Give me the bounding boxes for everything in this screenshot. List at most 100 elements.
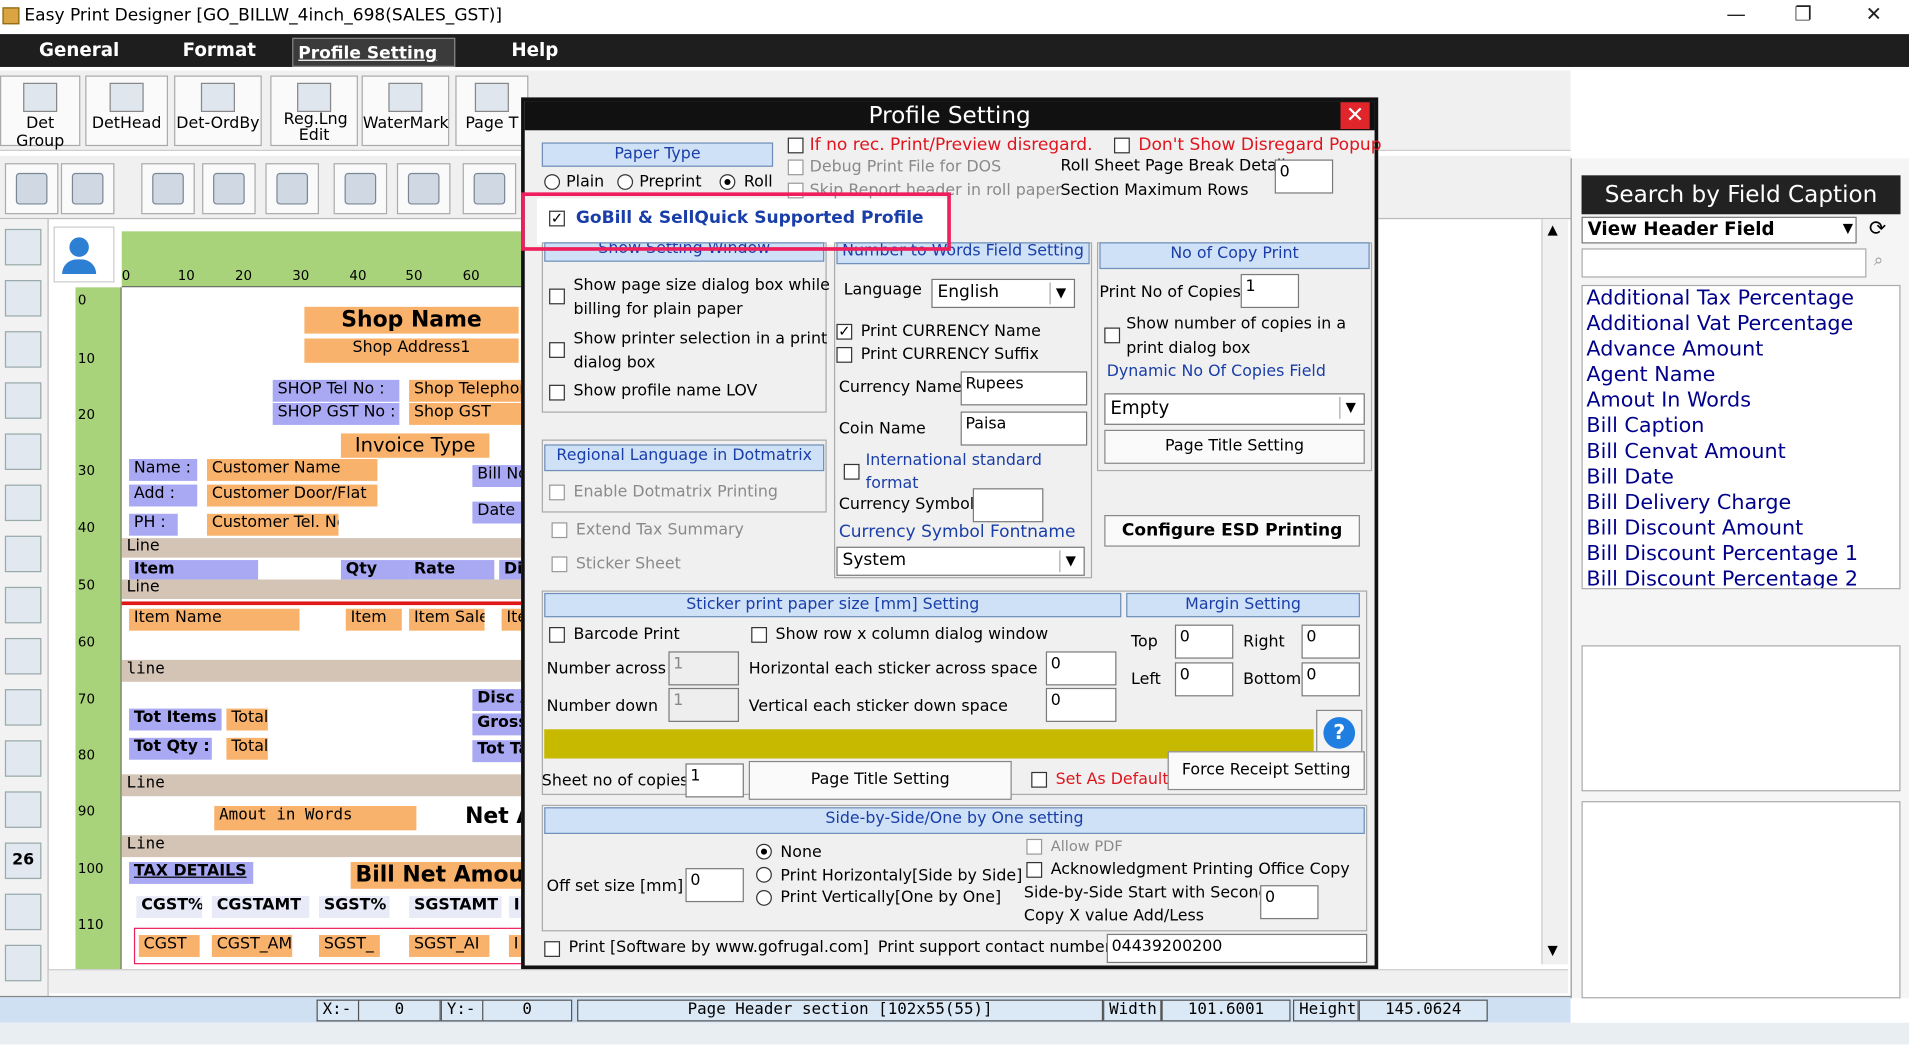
print-copies-input[interactable]: 1 — [1240, 273, 1300, 309]
line-2[interactable]: Line — [121, 579, 524, 600]
cgst-percent-label[interactable]: CGST% — [136, 896, 203, 918]
add-label[interactable]: Add : — [129, 484, 198, 507]
ph-label[interactable]: PH : — [129, 513, 178, 536]
shop-gst-field[interactable]: Shop GST — [409, 402, 524, 425]
allow-pdf-checkbox[interactable] — [1026, 838, 1043, 855]
shop-address-field[interactable]: Shop Address1 — [304, 338, 519, 363]
shop-tel-label[interactable]: SHOP Tel No : — [272, 379, 400, 402]
right-margin-input[interactable]: 0 — [1301, 624, 1360, 659]
extend-tax-checkbox[interactable] — [551, 522, 568, 539]
dethead-button[interactable]: DetHead — [85, 75, 169, 147]
line-4[interactable]: Line — [121, 774, 524, 797]
menu-help[interactable]: Help — [504, 38, 566, 64]
num-across-input[interactable]: 1 — [668, 651, 740, 686]
clock-icon[interactable] — [333, 163, 388, 215]
item-header[interactable]: Item — [129, 560, 259, 580]
user-tool-icon[interactable] — [53, 226, 115, 283]
barcode-checkbox[interactable] — [549, 627, 565, 643]
list-item[interactable]: Bill Discount Amount — [1583, 516, 1900, 542]
det-group-button[interactable]: Det Group — [0, 75, 81, 151]
list-item[interactable]: Additional Tax Percentage — [1583, 286, 1900, 312]
pencil-tool-icon[interactable] — [4, 382, 42, 419]
tot-items-field[interactable]: Total — [226, 708, 268, 731]
force-receipt-button[interactable]: Force Receipt Setting — [1167, 751, 1365, 791]
design-canvas[interactable]: Shop Name Shop Address1 SHOP Tel No : SH… — [121, 287, 524, 970]
line-1[interactable]: Line — [121, 538, 524, 558]
net-amount-label[interactable]: Net A — [460, 804, 523, 831]
line-tool-icon[interactable] — [4, 331, 42, 368]
list-item[interactable]: Advance Amount — [1583, 337, 1900, 363]
form-tool-icon[interactable] — [4, 893, 42, 931]
coin-name-input[interactable]: Paisa — [960, 411, 1088, 446]
tot-qty-field[interactable]: Total — [226, 737, 268, 760]
item-sale-field[interactable]: Item Sale — [409, 608, 485, 631]
shop-name-field[interactable]: Shop Name — [304, 306, 519, 334]
list-item[interactable]: Bill Cenvat Amount — [1583, 440, 1900, 466]
line-3[interactable]: line — [121, 659, 524, 682]
watermark-button[interactable]: WaterMark — [361, 75, 450, 147]
max-rows-input[interactable]: 0 — [1274, 159, 1334, 194]
print-currency-checkbox[interactable]: ✓ — [836, 323, 853, 340]
export-icon[interactable] — [141, 163, 195, 215]
bill-net-amount-field[interactable]: Bill Net Amoun — [350, 861, 524, 889]
bottom-margin-input[interactable]: 0 — [1301, 662, 1360, 697]
dont-show-checkbox[interactable] — [1114, 137, 1130, 154]
search-icon[interactable]: ⌕ — [1874, 251, 1884, 270]
item-field[interactable]: Item — [345, 608, 402, 631]
sgst-percent-label[interactable]: SGST% — [318, 896, 390, 918]
delete-icon[interactable] — [202, 163, 256, 215]
move-icon[interactable] — [396, 163, 451, 215]
vertical-space-input[interactable]: 0 — [1045, 687, 1117, 722]
vertical-radio[interactable] — [756, 889, 772, 906]
note-tool-icon[interactable] — [4, 535, 42, 573]
maximize-button[interactable]: ❐ — [1775, 2, 1831, 25]
reg-lng-edit-button[interactable]: Reg.Lng Edit — [270, 75, 358, 147]
list-item[interactable]: Bill Caption — [1583, 414, 1900, 440]
plain-radio[interactable] — [544, 174, 561, 190]
horizontal-radio[interactable] — [756, 866, 772, 883]
menu-format[interactable]: Format — [175, 38, 263, 64]
sgst-amount-field[interactable]: SGST_AI — [409, 935, 490, 957]
qty-header[interactable]: Qty — [340, 560, 410, 580]
shop-tel-field[interactable]: Shop Telephon — [409, 379, 524, 402]
no-rec-checkbox[interactable] — [787, 137, 804, 154]
disc-header[interactable]: Di — [499, 560, 524, 580]
dots-tool-icon[interactable] — [4, 433, 42, 470]
list-item[interactable]: Additional Vat Percentage — [1583, 312, 1900, 338]
canvas-horizontal-scrollbar[interactable] — [48, 969, 1569, 994]
invoice-type-field[interactable]: Invoice Type — [340, 433, 490, 458]
language-select[interactable]: English ▼ — [931, 278, 1076, 309]
field-list[interactable]: Additional Tax Percentage Additional Vat… — [1581, 284, 1901, 590]
page-title-button[interactable]: Page T — [455, 75, 529, 147]
list-item[interactable]: Bill Discount Percentage 1 — [1583, 542, 1900, 568]
scroll-down-icon[interactable]: ▼ — [1547, 942, 1557, 958]
num-down-input[interactable]: 1 — [668, 687, 740, 722]
refresh-icon[interactable]: ⟳ — [1869, 217, 1886, 241]
sheet-copies-input[interactable]: 1 — [685, 763, 744, 798]
page-title-setting-button-2[interactable]: Page Title Setting — [748, 760, 1012, 800]
currency-name-input[interactable]: Rupees — [960, 371, 1088, 406]
show-copies-checkbox[interactable] — [1104, 327, 1121, 344]
bill-no-label[interactable]: Bill No — [472, 465, 524, 487]
print-icon[interactable] — [60, 163, 115, 215]
edit-tool-icon[interactable] — [4, 586, 42, 624]
top-margin-input[interactable]: 0 — [1174, 624, 1234, 659]
list-item[interactable]: Agent Name — [1583, 363, 1900, 389]
percent-tool-icon[interactable] — [4, 944, 42, 982]
list-item[interactable]: Bill Date — [1583, 465, 1900, 491]
field-type-select[interactable]: View Header Field ▼ — [1581, 216, 1857, 244]
show-printer-checkbox[interactable] — [549, 342, 565, 358]
settings-icon[interactable] — [265, 163, 319, 215]
scroll-up-icon[interactable]: ▲ — [1547, 222, 1557, 238]
cloud-upload-icon[interactable] — [462, 163, 517, 215]
customer-door-field[interactable]: Customer Door/Flat — [206, 484, 378, 507]
tot-qty-label[interactable]: Tot Qty : — [129, 737, 212, 760]
preprint-radio[interactable] — [617, 174, 634, 190]
dynamic-copies-select[interactable]: Empty ▼ — [1104, 393, 1365, 425]
tax-details-label[interactable]: TAX DETAILS — [129, 861, 254, 884]
table-tool-icon[interactable] — [4, 740, 42, 777]
copy-x-input[interactable]: 0 — [1260, 885, 1319, 920]
list-item[interactable]: Bill Discount Percentage 2 — [1583, 567, 1900, 588]
intl-format-checkbox[interactable] — [843, 463, 860, 480]
dialog-close-icon[interactable]: ✕ — [1340, 102, 1370, 130]
